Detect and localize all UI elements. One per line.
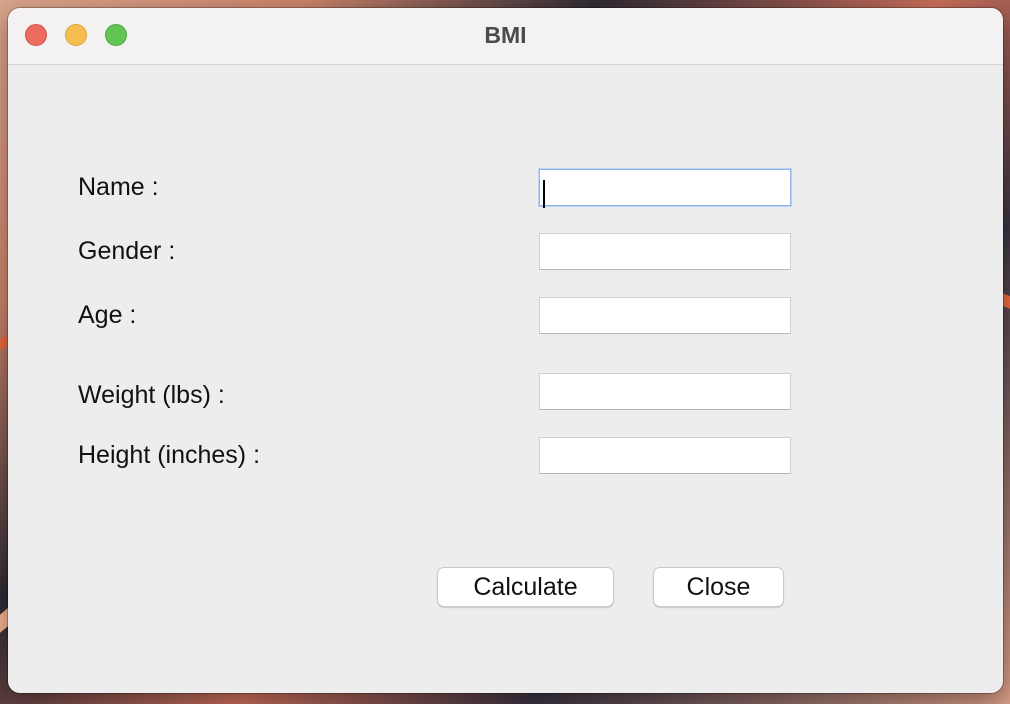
title-bar[interactable]: BMI [8,8,1003,65]
age-label: Age : [78,301,137,329]
weight-label: Weight (lbs) : [78,381,225,409]
bmi-window: BMI Name : Gender : Age : Weight (lbs) :… [8,8,1003,693]
text-caret [543,180,545,208]
age-field[interactable] [539,297,791,334]
bmi-form: Name : Gender : Age : Weight (lbs) : Hei… [8,65,1003,693]
name-field[interactable] [539,169,791,206]
close-button[interactable]: Close [653,567,784,607]
gender-label: Gender : [78,237,176,265]
window-title: BMI [484,22,527,48]
calculate-button[interactable]: Calculate [437,567,614,607]
gender-field[interactable] [539,233,791,270]
name-label: Name : [78,173,159,201]
height-label: Height (inches) : [78,441,261,469]
weight-field[interactable] [539,373,791,410]
height-field[interactable] [539,437,791,474]
